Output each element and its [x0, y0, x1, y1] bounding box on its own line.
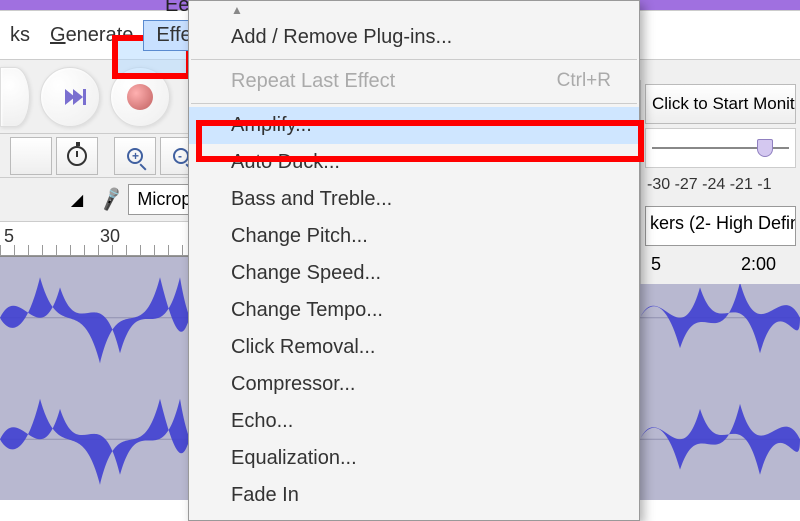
menu-equalization[interactable]: Equalization... — [189, 440, 639, 477]
start-monitoring-button[interactable]: Click to Start Monito — [645, 84, 796, 124]
ruler-tick-200: 2:00 — [741, 254, 776, 275]
stopwatch-icon — [67, 146, 87, 166]
menu-fade-in[interactable]: Fade In — [189, 477, 639, 514]
menu-repeat-accel: Ctrl+R — [557, 70, 611, 92]
scroll-up-arrow-icon[interactable]: ▲ — [189, 1, 639, 19]
menu-amplify[interactable]: Amplify... — [189, 107, 639, 144]
right-ruler: 5 2:00 — [641, 250, 800, 284]
magnify-minus-icon: - — [173, 148, 189, 164]
skip-end-icon — [65, 89, 75, 105]
db-scale: -30 -27 -24 -21 -1 — [641, 172, 800, 202]
input-level-slider[interactable] — [645, 128, 796, 168]
menu-add-remove-plugins[interactable]: Add / Remove Plug-ins... — [189, 19, 639, 56]
window-title: Ee — [165, 0, 189, 17]
menu-change-tempo[interactable]: Change Tempo... — [189, 292, 639, 329]
menu-tracks-partial[interactable]: ks — [0, 18, 40, 53]
ruler-tick-5: 5 — [4, 226, 14, 247]
menu-click-removal[interactable]: Click Removal... — [189, 329, 639, 366]
skip-end-button[interactable] — [40, 67, 100, 127]
menu-bass-treble[interactable]: Bass and Treble... — [189, 181, 639, 218]
zoom-in-button[interactable]: + — [114, 137, 156, 175]
menu-separator — [191, 59, 637, 60]
menu-change-pitch[interactable]: Change Pitch... — [189, 218, 639, 255]
menu-repeat-last-effect: Repeat Last Effect Ctrl+R — [189, 63, 639, 100]
menu-change-speed[interactable]: Change Speed... — [189, 255, 639, 292]
record-icon — [127, 84, 153, 110]
microphone-icon: 🎤 — [97, 186, 125, 213]
output-device-select[interactable]: kers (2- High Defin — [645, 206, 796, 246]
ruler-tick-30: 30 — [100, 226, 120, 247]
menu-separator — [191, 103, 637, 104]
tool-button-1[interactable] — [10, 137, 52, 175]
menu-echo[interactable]: Echo... — [189, 403, 639, 440]
play-button-partial[interactable] — [0, 67, 30, 127]
effect-menu-dropdown: ▲ Add / Remove Plug-ins... Repeat Last E… — [188, 0, 640, 521]
right-panel: Click to Start Monito -30 -27 -24 -21 -1… — [640, 80, 800, 284]
timer-tool-button[interactable] — [56, 137, 98, 175]
record-device-meter-partial: ◢ — [60, 190, 94, 210]
menu-compressor[interactable]: Compressor... — [189, 366, 639, 403]
menu-auto-duck[interactable]: Auto Duck... — [189, 144, 639, 181]
slider-thumb-icon[interactable] — [757, 139, 773, 157]
magnify-plus-icon: + — [127, 148, 143, 164]
ruler-tick-r5: 5 — [651, 254, 661, 275]
menu-repeat-label: Repeat Last Effect — [231, 70, 395, 92]
